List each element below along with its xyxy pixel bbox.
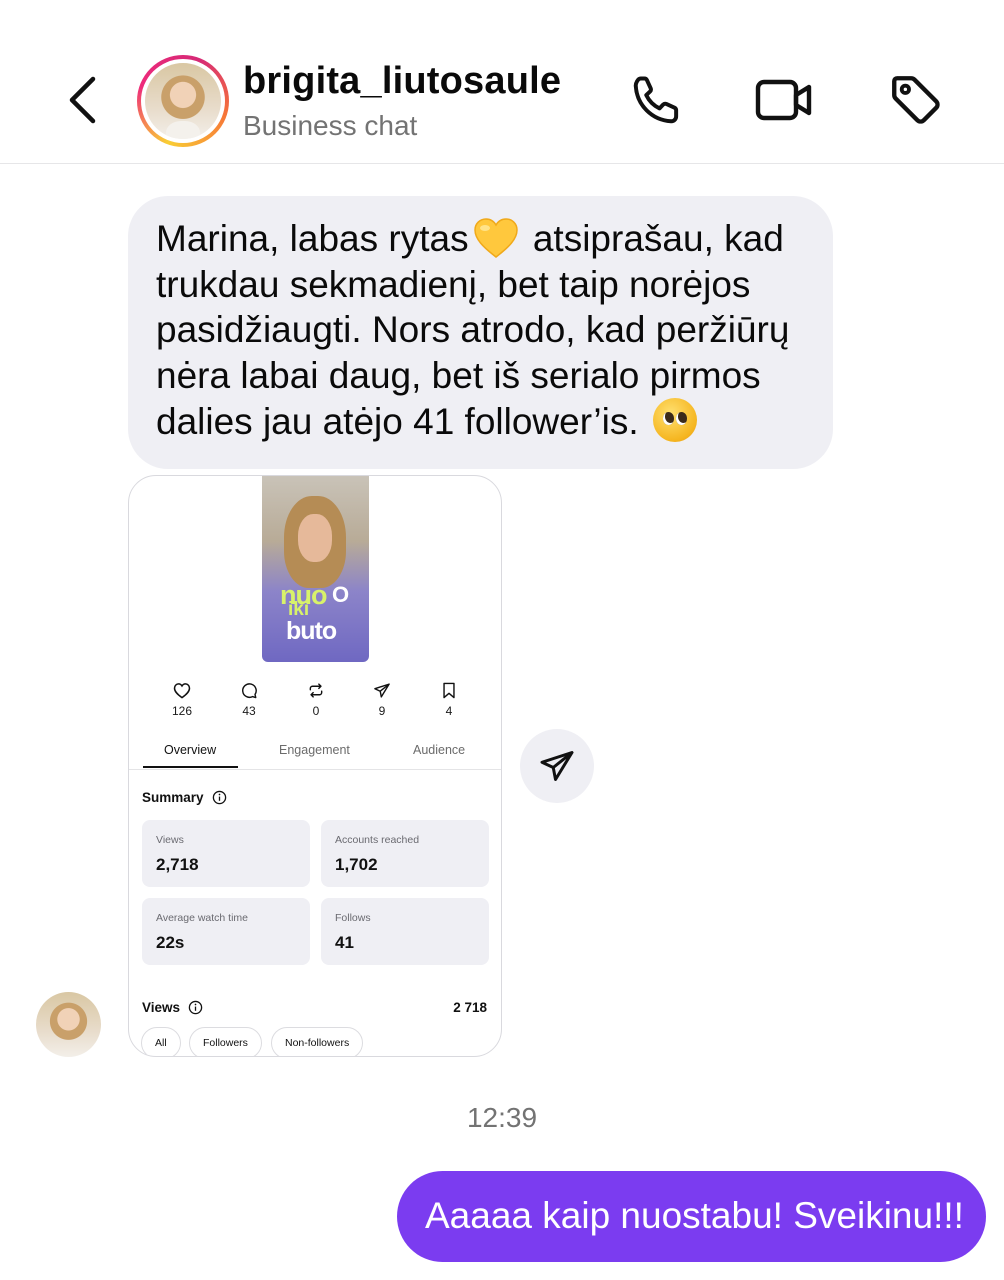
accounts-reached-card: Accounts reached 1,702 <box>321 820 489 887</box>
views-card: Views 2,718 <box>142 820 310 887</box>
message-line: trukdau sekmadienį, bet taip norėjos <box>156 263 751 305</box>
active-tab-indicator <box>143 766 238 768</box>
message-line: Marina, labas rytas atsiprašau, kad <box>156 217 784 259</box>
shares-stat: 9 <box>357 682 407 718</box>
follows-card: Follows 41 <box>321 898 489 965</box>
shared-image[interactable]: nuo O iki buto 126 43 0 9 4 Overview Eng… <box>128 475 502 1057</box>
avatar-photo <box>145 63 221 139</box>
chat-header: brigita_liutosaule Business chat <box>0 0 1004 164</box>
video-call-button[interactable] <box>754 70 814 130</box>
yellow-heart-emoji <box>473 217 519 259</box>
views-total: 2 718 <box>453 1000 487 1015</box>
tab-overview[interactable]: Overview <box>164 743 216 757</box>
back-button[interactable] <box>56 70 108 130</box>
views-section-title: Views <box>142 1000 181 1015</box>
heart-icon <box>173 683 191 699</box>
chat-subtitle: Business chat <box>243 110 418 141</box>
avg-watch-time-card: Average watch time 22s <box>142 898 310 965</box>
likes-stat: 126 <box>157 682 207 718</box>
message-line: nėra labai daug, bet iš serialo pirmos <box>156 354 761 396</box>
filter-non-followers[interactable]: Non-followers <box>271 1027 364 1056</box>
filter-followers[interactable]: Followers <box>189 1027 262 1056</box>
incoming-message[interactable]: Marina, labas rytas atsiprašau, kad truk… <box>128 196 833 469</box>
comment-icon <box>242 683 257 699</box>
reel-thumbnail: nuo O iki buto <box>262 476 369 662</box>
share-button[interactable] <box>520 729 594 803</box>
reel-stats: 126 43 0 9 4 <box>129 682 501 726</box>
tab-engagement[interactable]: Engagement <box>279 743 350 757</box>
reposts-stat: 0 <box>291 682 341 718</box>
label-button[interactable] <box>886 70 946 130</box>
sender-avatar[interactable] <box>36 992 101 1057</box>
saves-stat: 4 <box>424 682 474 718</box>
repost-icon <box>309 683 323 698</box>
tab-audience[interactable]: Audience <box>413 743 465 757</box>
bookmark-icon <box>443 682 455 699</box>
message-line: pasidžiaugti. Nors atrodo, kad peržiūrų <box>156 309 790 350</box>
outgoing-message[interactable]: Aaaaa kaip nuostabu! Sveikinu!!! <box>397 1171 986 1262</box>
pleading-face-emoji <box>652 398 697 442</box>
send-icon <box>540 751 574 781</box>
filter-all[interactable]: All <box>141 1027 181 1056</box>
chat-username[interactable]: brigita_liutosaule <box>243 60 561 103</box>
back-icon <box>69 76 96 124</box>
info-icon <box>188 1000 203 1015</box>
share-icon <box>374 683 390 698</box>
profile-avatar[interactable] <box>137 55 229 147</box>
comments-stat: 43 <box>224 682 274 718</box>
phone-icon <box>633 76 679 124</box>
info-icon <box>212 790 227 805</box>
summary-title: Summary <box>142 790 204 805</box>
tag-icon <box>892 76 940 124</box>
voice-call-button[interactable] <box>627 70 687 130</box>
message-timestamp: 12:39 <box>466 1102 538 1133</box>
message-line: dalies jau atėjo 41 follower’is. <box>156 398 807 445</box>
video-camera-icon <box>755 79 812 121</box>
